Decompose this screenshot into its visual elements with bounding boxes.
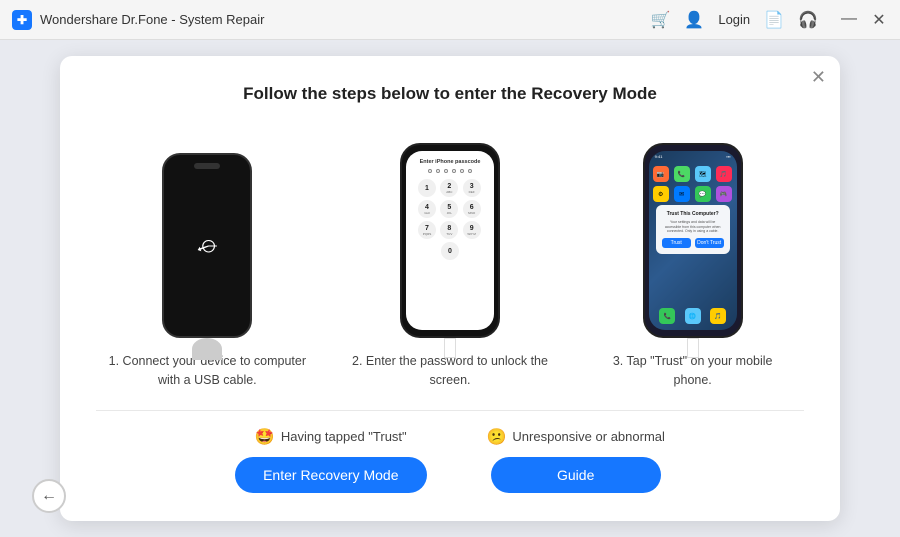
step1-phone-container: ⌮ [162, 128, 252, 338]
passcode-screen: Enter iPhone passcode 1 [406, 151, 494, 330]
action-label-1-text: Having tapped "Trust" [281, 429, 407, 444]
key-0: 0 [441, 242, 459, 260]
dock-safari: 🌐 [685, 308, 701, 324]
user-icon[interactable]: 👤 [684, 10, 704, 30]
keypad: 1 2ABC 3DEF 4GHI 5JKL 6MNO 7PQRS 8TUV 9W… [418, 179, 482, 239]
app-7: 💬 [695, 186, 711, 202]
titlebar-title: Wondershare Dr.Fone - System Repair [40, 12, 264, 27]
dot-1 [428, 169, 432, 173]
trust-dialog: Trust This Computer? Your settings and d… [656, 205, 730, 255]
app-2: 📞 [674, 166, 690, 182]
key-2: 2ABC [440, 179, 458, 197]
status-time: 9:41 [655, 154, 663, 159]
phone3-home: 9:41 ▪▪▪ 📷 📞 🗺 🎵 ⚙ ✉ [649, 151, 737, 330]
bottom-actions: 🤩 Having tapped "Trust" Enter Recovery M… [96, 427, 804, 493]
titlebar-left: ✚ Wondershare Dr.Fone - System Repair [12, 10, 264, 30]
window-controls: — ✕ [840, 10, 888, 30]
dock: 📞 🌐 🎵 [649, 308, 737, 324]
cable-3 [687, 338, 699, 358]
app-grid: 📷 📞 🗺 🎵 ⚙ ✉ 💬 🎮 [649, 162, 737, 206]
dock-music: 🎵 [710, 308, 726, 324]
back-btn-container: ← [32, 479, 66, 513]
dont-trust-button: Don't Trust [695, 238, 724, 248]
cable-2 [444, 338, 456, 358]
step1-phone: ⌮ [162, 153, 252, 338]
key-9: 9WXYZ [463, 221, 481, 239]
dialog-close-button[interactable]: ✕ [811, 68, 826, 86]
titlebar-right: 🛒 👤 Login 📄 🎧 — ✕ [651, 10, 889, 30]
status-icons: ▪▪▪ [726, 154, 730, 159]
key-8: 8TUV [440, 221, 458, 239]
dot-6 [468, 169, 472, 173]
app-icon: ✚ [12, 10, 32, 30]
key-1: 1 [418, 179, 436, 197]
dialog: ✕ Follow the steps below to enter the Re… [60, 56, 840, 521]
steps-row: ⌮ 1. Connect your device to computer wit… [96, 128, 804, 390]
dot-5 [460, 169, 464, 173]
emoji-trust: 🤩 [255, 427, 275, 447]
usb-icon: ⌮ [197, 229, 218, 262]
step-2: Enter iPhone passcode 1 [339, 128, 562, 390]
minimize-button[interactable]: — [840, 10, 858, 30]
dot-3 [444, 169, 448, 173]
step-1: ⌮ 1. Connect your device to computer wit… [96, 128, 319, 390]
dot-2 [436, 169, 440, 173]
action-group-1: 🤩 Having tapped "Trust" Enter Recovery M… [235, 427, 426, 493]
app-1: 📷 [653, 166, 669, 182]
passcode-dots [428, 169, 472, 173]
statusbar: 9:41 ▪▪▪ [649, 151, 737, 162]
doc-icon[interactable]: 📄 [764, 10, 784, 30]
cart-icon[interactable]: 🛒 [651, 10, 671, 30]
step3-phone: 9:41 ▪▪▪ 📷 📞 🗺 🎵 ⚙ ✉ [643, 143, 743, 338]
app-3: 🗺 [695, 166, 711, 182]
key-6: 6MNO [463, 200, 481, 218]
main-area: ✕ Follow the steps below to enter the Re… [0, 40, 900, 537]
action-label-1: 🤩 Having tapped "Trust" [255, 427, 407, 447]
key-3: 3DEF [463, 179, 481, 197]
key-5: 5JKL [440, 200, 458, 218]
trust-buttons: Trust Don't Trust [662, 238, 724, 248]
login-button[interactable]: Login [718, 12, 750, 27]
passcode-title: Enter iPhone passcode [420, 159, 481, 165]
key-4: 4GHI [418, 200, 436, 218]
trust-title: Trust This Computer? [662, 211, 724, 217]
key-7: 7PQRS [418, 221, 436, 239]
titlebar: ✚ Wondershare Dr.Fone - System Repair 🛒 … [0, 0, 900, 40]
dialog-title: Follow the steps below to enter the Reco… [96, 84, 804, 104]
trust-text: Your settings and data will be accessibl… [662, 220, 724, 235]
usb-cable [192, 338, 222, 360]
app-4: 🎵 [716, 166, 732, 182]
action-label-2-text: Unresponsive or abnormal [512, 429, 664, 444]
step2-phone-container: Enter iPhone passcode 1 [400, 128, 500, 338]
action-group-2: 😕 Unresponsive or abnormal Guide [487, 427, 665, 493]
trust-button: Trust [662, 238, 691, 248]
back-button[interactable]: ← [32, 479, 66, 513]
close-button[interactable]: ✕ [870, 10, 888, 30]
action-label-2: 😕 Unresponsive or abnormal [487, 427, 665, 447]
step3-phone-container: 9:41 ▪▪▪ 📷 📞 🗺 🎵 ⚙ ✉ [643, 128, 743, 338]
emoji-abnormal: 😕 [487, 427, 507, 447]
guide-button[interactable]: Guide [491, 457, 661, 493]
enter-recovery-mode-button[interactable]: Enter Recovery Mode [235, 457, 426, 493]
app-6: ✉ [674, 186, 690, 202]
dock-phone: 📞 [659, 308, 675, 324]
phone3-screen: 9:41 ▪▪▪ 📷 📞 🗺 🎵 ⚙ ✉ [649, 151, 737, 330]
step2-phone: Enter iPhone passcode 1 [400, 143, 500, 338]
app-8: 🎮 [716, 186, 732, 202]
headset-icon[interactable]: 🎧 [798, 10, 818, 30]
step-3: 9:41 ▪▪▪ 📷 📞 🗺 🎵 ⚙ ✉ [581, 128, 804, 390]
divider [96, 410, 804, 411]
app-5: ⚙ [653, 186, 669, 202]
dot-4 [452, 169, 456, 173]
